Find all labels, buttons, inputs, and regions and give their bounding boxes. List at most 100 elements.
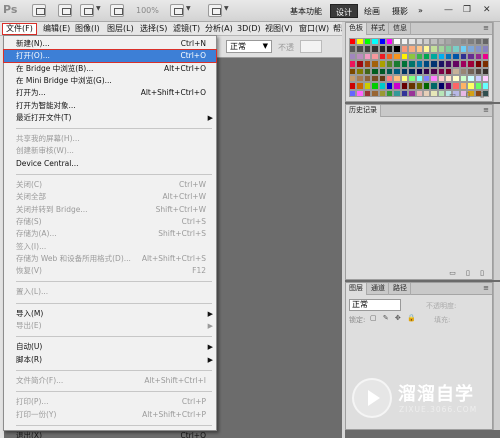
swatch[interactable] (452, 38, 460, 46)
restore-icon[interactable]: ❐ (463, 5, 471, 15)
swatch[interactable] (445, 52, 453, 61)
tab-info[interactable]: 信息 (390, 23, 411, 35)
swatch[interactable] (400, 60, 409, 68)
swatch[interactable] (452, 52, 460, 61)
workspace-design[interactable]: 设计 (330, 4, 358, 18)
swatch[interactable] (408, 82, 416, 90)
swatch[interactable] (363, 38, 372, 46)
file-menu-item[interactable]: 关闭全部 Alt+Ctrl+W (4, 191, 216, 203)
swatch[interactable] (415, 82, 423, 90)
swatch[interactable] (356, 67, 364, 75)
swatch[interactable] (378, 38, 386, 46)
swatch[interactable] (363, 82, 372, 90)
swatch[interactable] (393, 60, 401, 68)
swatch[interactable] (408, 60, 416, 68)
swatch[interactable] (363, 74, 372, 83)
swatch[interactable] (415, 60, 423, 68)
file-menu-item[interactable]: Device Central... (4, 158, 216, 170)
workspace-overflow-icon[interactable]: » (418, 6, 423, 15)
swatch[interactable] (371, 52, 379, 61)
swatch[interactable] (363, 52, 372, 61)
swatch[interactable] (422, 74, 431, 83)
swatch[interactable] (467, 74, 475, 83)
swatch[interactable] (400, 82, 409, 90)
file-menu-item[interactable]: 在 Mini Bridge 中浏览(G)... (4, 75, 216, 87)
swatch[interactable] (385, 52, 394, 61)
minimize-icon[interactable]: — (444, 5, 453, 15)
blend-mode-select[interactable]: 正常 ▼ (226, 40, 272, 53)
swatch[interactable] (378, 74, 386, 83)
swatch[interactable] (371, 60, 379, 68)
swatch[interactable] (356, 38, 364, 46)
swatch[interactable] (474, 67, 483, 75)
file-menu-item[interactable]: 退出(X) Ctrl+Q (4, 430, 216, 438)
screen-mode-icon[interactable] (208, 4, 222, 17)
swatch[interactable] (437, 82, 446, 90)
swatch[interactable] (356, 74, 364, 83)
swatch[interactable] (349, 82, 357, 90)
menu-layer[interactable]: 图层(L) (104, 23, 137, 35)
swatch[interactable] (349, 38, 357, 46)
swatch-actions-icons[interactable]: ▭ ▯ ▯ (449, 91, 488, 99)
swatch[interactable] (422, 60, 431, 68)
swatch[interactable] (400, 67, 409, 75)
workspace-essentials[interactable]: 基本功能 (290, 6, 322, 17)
chevron-down-icon[interactable]: ▼ (224, 5, 231, 15)
swatch[interactable] (356, 82, 364, 90)
swatch[interactable] (422, 52, 431, 61)
close-icon[interactable]: ✕ (483, 5, 491, 15)
swatch[interactable] (371, 67, 379, 75)
swatch[interactable] (459, 67, 468, 75)
panel-menu-icon[interactable]: ≡ (483, 106, 489, 114)
panel-menu-icon[interactable]: ≡ (483, 24, 489, 32)
swatch[interactable] (474, 60, 483, 68)
swatch[interactable] (393, 74, 401, 83)
swatch[interactable] (445, 74, 453, 83)
layers-scrollbar[interactable] (493, 282, 500, 430)
chevron-down-icon[interactable]: ▼ (96, 5, 103, 15)
menu-image[interactable]: 图像(I) (72, 23, 103, 35)
swatch[interactable] (467, 67, 475, 75)
file-menu-item[interactable]: 存储(S) Ctrl+S (4, 216, 216, 228)
swatch[interactable] (430, 89, 438, 98)
swatch[interactable] (474, 45, 483, 53)
swatch[interactable] (385, 60, 394, 68)
mini-bridge-icon[interactable] (58, 4, 72, 17)
zoom-tool-icon[interactable] (110, 4, 124, 17)
menu-edit[interactable]: 编辑(E) (40, 23, 73, 35)
file-menu-item[interactable]: 文件简介(F)... Alt+Shift+Ctrl+I (4, 375, 216, 387)
swatch[interactable] (430, 52, 438, 61)
history-scrollbar[interactable] (493, 104, 500, 280)
tab-history[interactable]: 历史记录 (346, 105, 381, 117)
swatch[interactable] (437, 74, 446, 83)
file-menu-item[interactable]: 创建新审核(W)... (4, 145, 216, 157)
swatch[interactable] (415, 52, 423, 61)
file-menu-item[interactable]: 关闭并转到 Bridge... Shift+Ctrl+W (4, 204, 216, 216)
file-menu-item[interactable]: 导出(E) ▶ (4, 320, 216, 332)
swatch[interactable] (378, 45, 386, 53)
swatch[interactable] (482, 45, 490, 53)
file-menu-item[interactable]: 自动(U) ▶ (4, 341, 216, 353)
swatch[interactable] (385, 38, 394, 46)
swatch[interactable] (459, 74, 468, 83)
swatch[interactable] (363, 45, 372, 53)
swatch[interactable] (422, 38, 431, 46)
swatch[interactable] (430, 82, 438, 90)
file-menu-item[interactable]: 存储为 Web 和设备所用格式(D)... Alt+Shift+Ctrl+S (4, 253, 216, 265)
swatch[interactable] (437, 89, 446, 98)
swatch[interactable] (385, 67, 394, 75)
menu-filter[interactable]: 滤镜(T) (170, 23, 203, 35)
swatch[interactable] (415, 74, 423, 83)
file-menu-item[interactable]: 新建(N)... Ctrl+N (4, 38, 216, 50)
history-actions-icons[interactable]: ▭ ▯ ▯ (449, 269, 488, 277)
swatch[interactable] (422, 82, 431, 90)
swatch[interactable] (437, 60, 446, 68)
swatch[interactable] (371, 38, 379, 46)
swatch[interactable] (459, 82, 468, 90)
lock-icon[interactable]: ▢ ✎ ✥ 🔒 (370, 314, 418, 322)
file-menu-item[interactable]: 置入(L)... (4, 286, 216, 298)
file-menu-item[interactable]: 导入(M) ▶ (4, 308, 216, 320)
swatch[interactable] (459, 60, 468, 68)
swatch[interactable] (445, 82, 453, 90)
menu-analysis[interactable]: 分析(A) (202, 23, 236, 35)
